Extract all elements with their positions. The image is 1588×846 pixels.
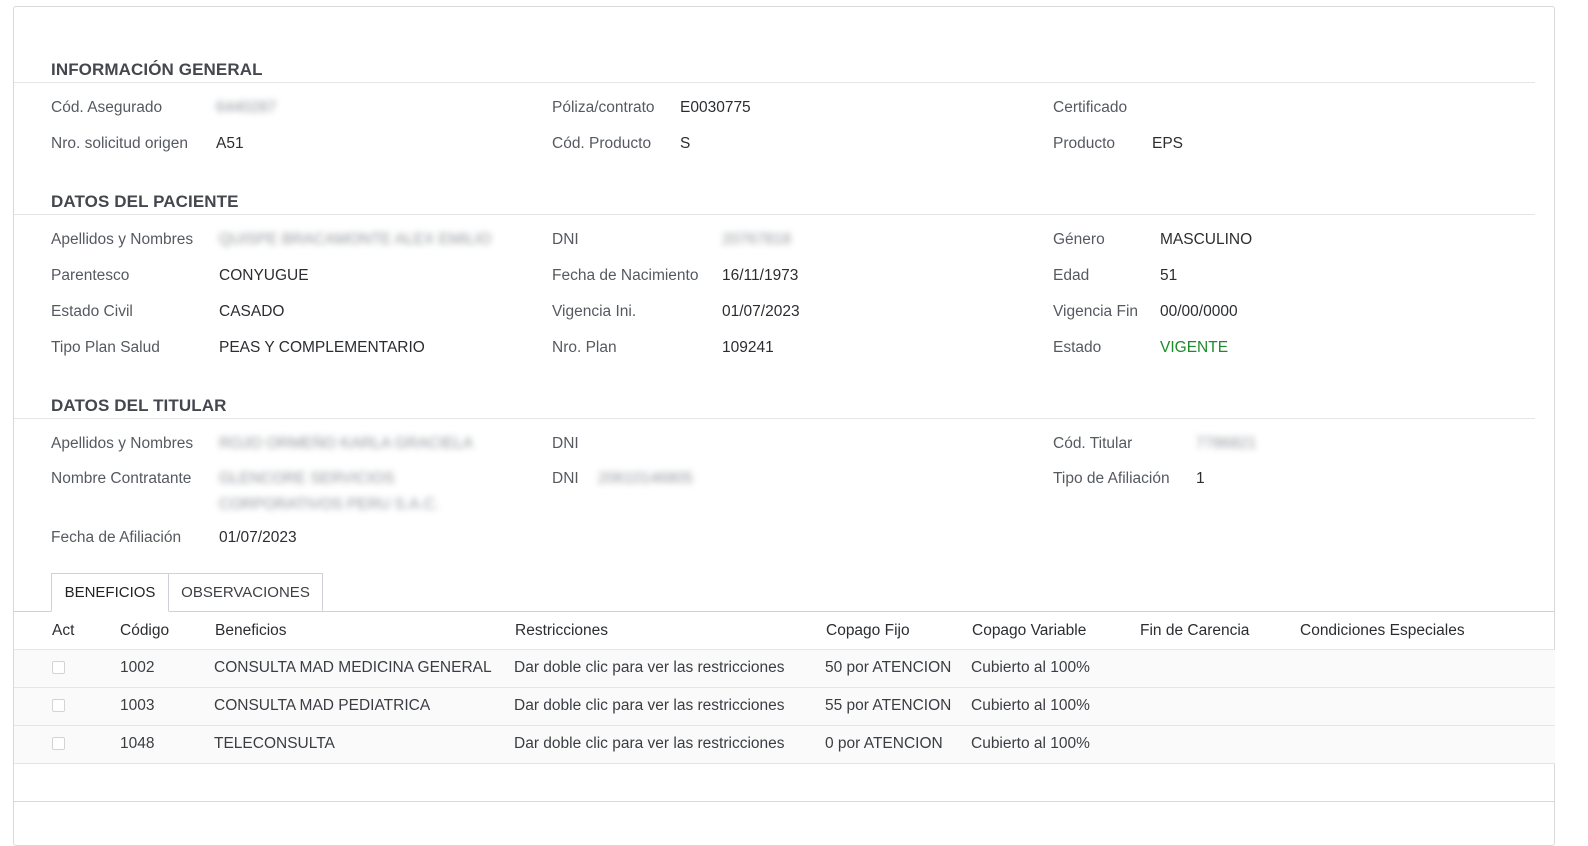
label-cod-asegurado: Cód. Asegurado xyxy=(51,99,163,116)
section-title-titular: DATOS DEL TITULAR xyxy=(51,396,227,415)
value-tipo-plan-salud: PEAS Y COMPLEMENTARIO xyxy=(219,339,425,356)
value-dni: 20767818 xyxy=(722,231,791,248)
label-fecha-nacimiento: Fecha de Nacimiento xyxy=(552,267,699,284)
value-fecha-nacimiento: 16/11/1973 xyxy=(722,267,799,284)
section-divider xyxy=(14,214,1535,215)
label-edad: Edad xyxy=(1053,267,1090,284)
cell-copago-variable: Cubierto al 100% xyxy=(971,659,1090,676)
label-titular-nombres: Apellidos y Nombres xyxy=(51,435,194,452)
value-nro-plan: 109241 xyxy=(722,339,774,356)
column-header-restricciones[interactable]: Restricciones xyxy=(515,622,608,640)
column-header-condiciones[interactable]: Condiciones Especiales xyxy=(1300,622,1465,640)
value-estado-civil: CASADO xyxy=(219,303,285,320)
cell-beneficio: TELECONSULTA xyxy=(214,735,335,752)
column-header-act[interactable]: Act xyxy=(52,622,74,640)
cell-restricciones[interactable]: Dar doble clic para ver las restriccione… xyxy=(514,697,785,715)
act-checkbox[interactable] xyxy=(52,699,65,712)
section-divider xyxy=(14,82,1535,83)
label-titular-dni: DNI xyxy=(552,435,579,452)
label-genero: Género xyxy=(1053,231,1105,248)
table-bottom-border xyxy=(14,763,1555,764)
label-contratante-dni: DNI xyxy=(552,470,579,487)
value-tipo-afiliacion: 1 xyxy=(1196,470,1205,487)
value-vigencia-fin: 00/00/0000 xyxy=(1160,303,1238,320)
column-header-codigo[interactable]: Código xyxy=(120,622,169,640)
label-tipo-afiliacion: Tipo de Afiliación xyxy=(1053,470,1170,487)
value-nombre-contratante: GLENCORE SERVICIOS CORPORATIVOS PERU S.A… xyxy=(219,470,440,513)
panel-footer-divider xyxy=(14,801,1555,802)
value-vigencia-ini: 01/07/2023 xyxy=(722,303,800,320)
cell-copago-variable: Cubierto al 100% xyxy=(971,735,1090,752)
value-fecha-afiliacion: 01/07/2023 xyxy=(219,529,297,546)
value-apellidos-nombres: QUISPE BRACAMONTE ALEX EMILIO xyxy=(219,231,492,248)
label-vigencia-fin: Vigencia Fin xyxy=(1053,303,1139,320)
cell-copago-variable: Cubierto al 100% xyxy=(971,697,1090,714)
section-divider xyxy=(14,418,1535,419)
column-header-copago-variable[interactable]: Copago Variable xyxy=(972,622,1086,640)
label-cod-titular: Cód. Titular xyxy=(1053,435,1133,452)
label-tipo-plan-salud: Tipo Plan Salud xyxy=(51,339,160,356)
cell-restricciones[interactable]: Dar doble clic para ver las restriccione… xyxy=(514,659,785,677)
value-poliza: E0030775 xyxy=(680,99,751,116)
value-cod-titular: 7786821 xyxy=(1196,435,1257,452)
value-genero: MASCULINO xyxy=(1160,231,1253,248)
label-fecha-afiliacion: Fecha de Afiliación xyxy=(51,529,182,546)
section-title-general: INFORMACIÓN GENERAL xyxy=(51,60,263,79)
label-nombre-contratante: Nombre Contratante xyxy=(51,470,192,487)
label-estado: Estado xyxy=(1053,339,1102,356)
cell-codigo: 1048 xyxy=(120,735,155,752)
value-cod-producto: S xyxy=(680,135,691,152)
cell-beneficio: CONSULTA MAD PEDIATRICA xyxy=(214,697,431,714)
tab-beneficios[interactable]: BENEFICIOS xyxy=(51,573,169,612)
cell-codigo: 1002 xyxy=(120,659,155,676)
value-parentesco: CONYUGUE xyxy=(219,267,309,284)
status-badge: VIGENTE xyxy=(1160,339,1229,356)
tabs-divider xyxy=(14,611,1555,612)
column-header-beneficios[interactable]: Beneficios xyxy=(215,622,287,640)
cell-beneficio: CONSULTA MAD MEDICINA GENERAL xyxy=(214,659,492,676)
label-dni: DNI xyxy=(552,231,579,248)
cell-copago-fijo: 50 por ATENCION xyxy=(825,659,952,676)
value-producto: EPS xyxy=(1152,135,1184,152)
tab-observaciones[interactable]: OBSERVACIONES xyxy=(168,573,323,611)
table-row[interactable]: 1003 CONSULTA MAD PEDIATRICA Dar doble c… xyxy=(14,687,1555,725)
label-estado-civil: Estado Civil xyxy=(51,303,133,320)
cell-restricciones[interactable]: Dar doble clic para ver las restriccione… xyxy=(514,735,785,753)
label-apellidos-nombres: Apellidos y Nombres xyxy=(51,231,194,248)
column-header-copago-fijo[interactable]: Copago Fijo xyxy=(826,622,910,640)
label-producto: Producto xyxy=(1053,135,1116,152)
section-title-paciente: DATOS DEL PACIENTE xyxy=(51,192,239,211)
label-parentesco: Parentesco xyxy=(51,267,130,284)
label-nro-plan: Nro. Plan xyxy=(552,339,617,356)
label-vigencia-ini: Vigencia Ini. xyxy=(552,303,637,320)
value-edad: 51 xyxy=(1160,267,1178,284)
value-cod-asegurado: 6440287 xyxy=(216,99,277,116)
label-certificado: Certificado xyxy=(1053,99,1128,116)
cell-copago-fijo: 0 por ATENCION xyxy=(825,735,943,752)
value-titular-nombres: ROJO ORMEÑO KARLA GRACIELA xyxy=(219,435,474,452)
table-row[interactable]: 1002 CONSULTA MAD MEDICINA GENERAL Dar d… xyxy=(14,649,1555,687)
value-contratante-dni: 20610146805 xyxy=(598,470,693,487)
table-row[interactable]: 1048 TELECONSULTA Dar doble clic para ve… xyxy=(14,725,1555,763)
cell-codigo: 1003 xyxy=(120,697,155,714)
label-nro-solicitud: Nro. solicitud origen xyxy=(51,135,188,152)
act-checkbox[interactable] xyxy=(52,661,65,674)
cell-copago-fijo: 55 por ATENCION xyxy=(825,697,952,714)
column-header-fin-carencia[interactable]: Fin de Carencia xyxy=(1140,622,1249,640)
label-poliza: Póliza/contrato xyxy=(552,99,655,116)
act-checkbox[interactable] xyxy=(52,737,65,750)
label-cod-producto: Cód. Producto xyxy=(552,135,652,152)
value-nro-solicitud: A51 xyxy=(216,135,244,152)
